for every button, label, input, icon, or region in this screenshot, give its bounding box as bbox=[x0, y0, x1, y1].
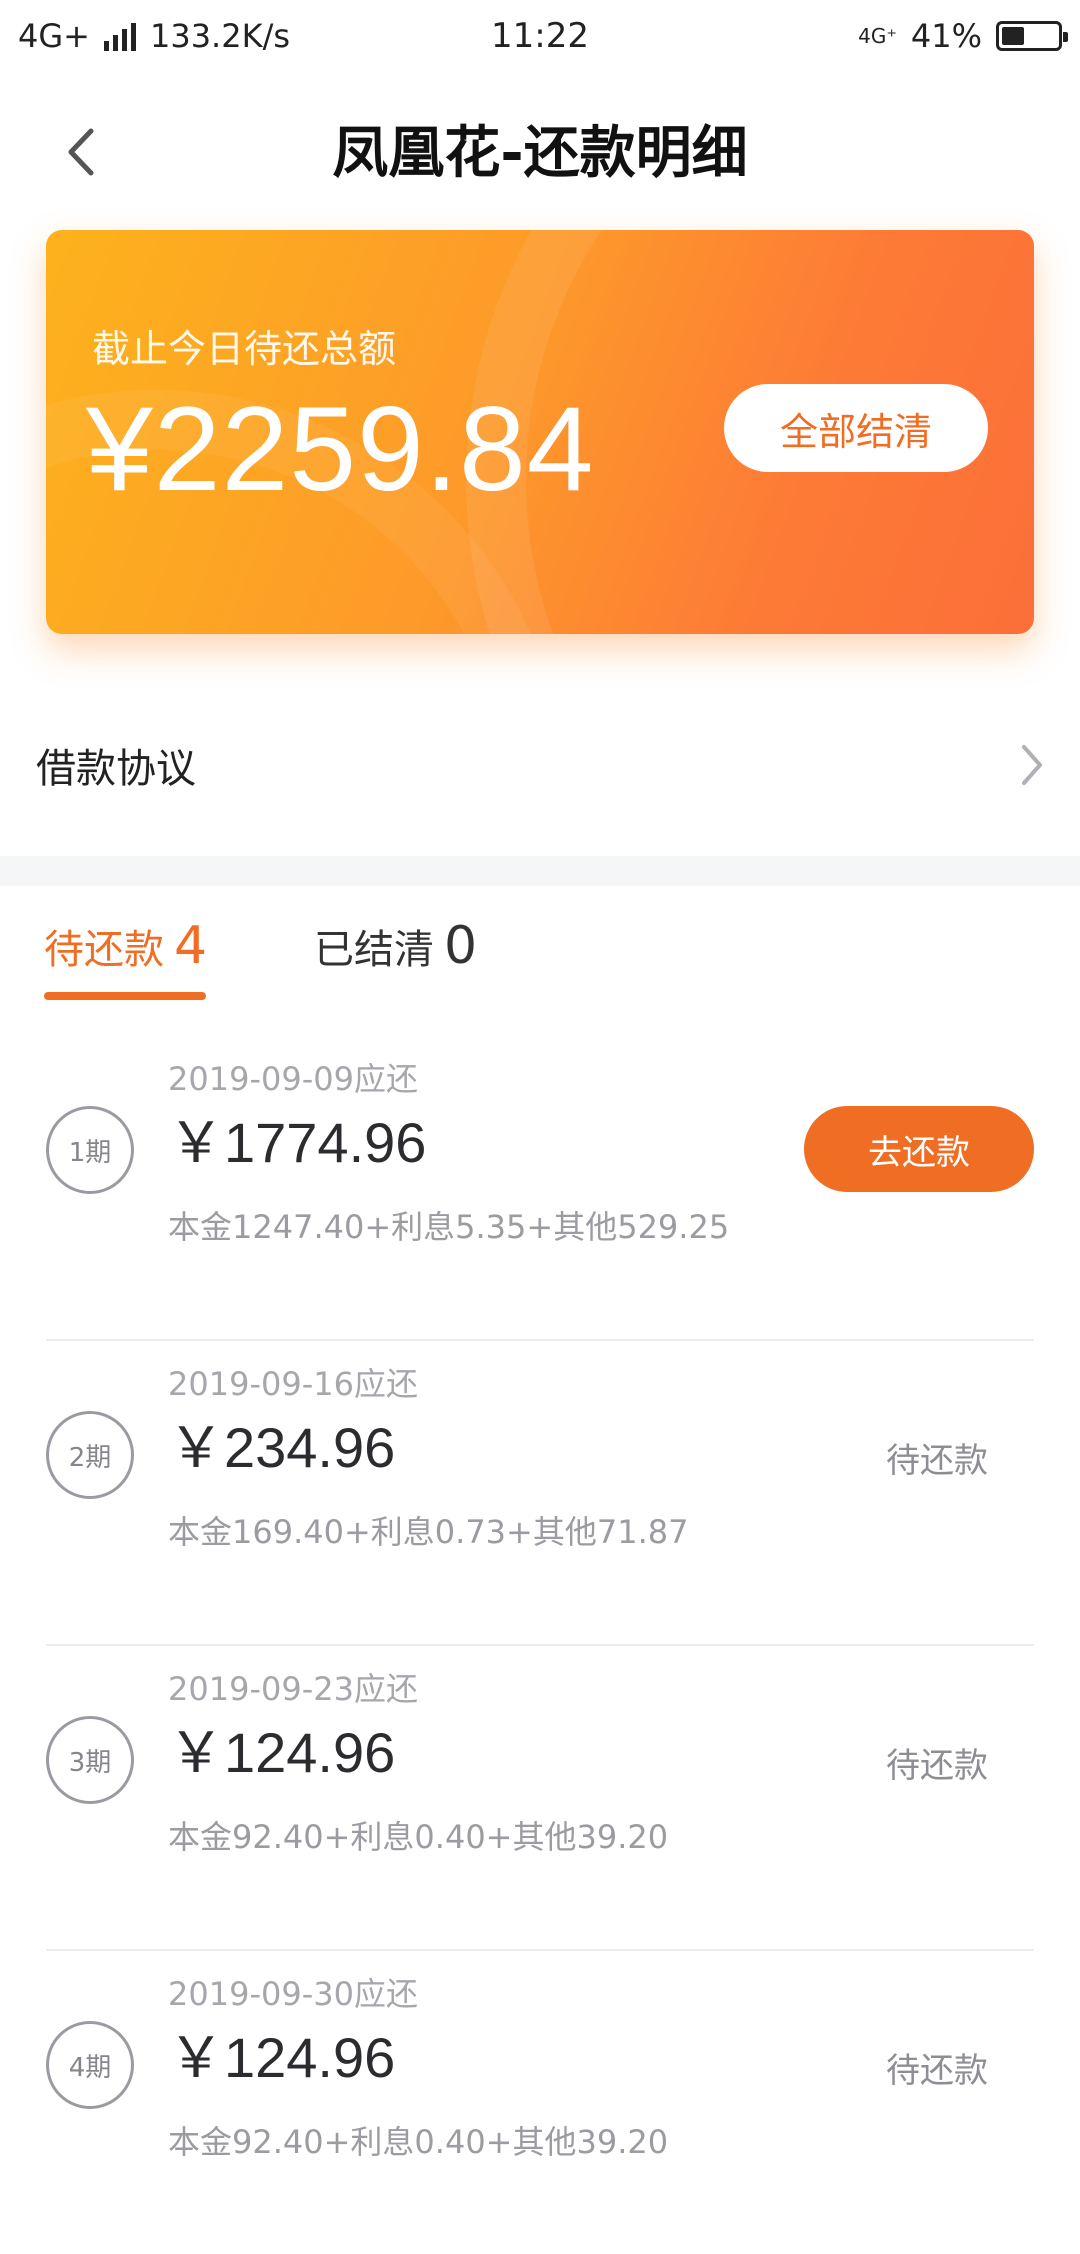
due-date: 2019-09-30应还 bbox=[168, 1975, 418, 2013]
signal-icon bbox=[103, 21, 136, 51]
installment-item[interactable]: 2期 2019-09-16应还 ￥234.96 本金169.40+利息0.73+… bbox=[46, 1341, 1034, 1646]
period-badge: 2期 bbox=[46, 1411, 134, 1499]
due-amount: ￥1774.96 bbox=[168, 1111, 427, 1174]
summary-card: 截止今日待还总额 ¥2259.84 全部结清 bbox=[46, 230, 1034, 634]
installment-item[interactable]: 1期 2019-09-09应还 ￥1774.96 本金1247.40+利息5.3… bbox=[46, 1036, 1034, 1341]
repay-button[interactable]: 去还款 bbox=[804, 1106, 1034, 1192]
installment-status: 待还款 bbox=[886, 1746, 988, 1786]
due-breakdown: 本金1247.40+利息5.35+其他529.25 bbox=[168, 1208, 730, 1246]
total-due-label: 截止今日待还总额 bbox=[92, 327, 397, 371]
network-speed: 133.2K/s bbox=[149, 17, 291, 55]
status-right: 4G⁺ 41% bbox=[858, 17, 1068, 55]
loan-agreement-label: 借款协议 bbox=[36, 746, 196, 792]
settle-all-button[interactable]: 全部结清 bbox=[724, 384, 988, 472]
loan-agreement-row[interactable]: 借款协议 bbox=[0, 700, 1080, 830]
due-date: 2019-09-09应还 bbox=[168, 1060, 418, 1098]
tabs: 待还款 4 已结清 0 bbox=[0, 886, 1080, 1006]
header: 凤凰花-还款明细 bbox=[0, 72, 1080, 222]
battery-icon bbox=[996, 21, 1068, 51]
section-divider bbox=[0, 856, 1080, 886]
tab-pending-label: 待还款 bbox=[44, 927, 164, 973]
chevron-right-icon bbox=[1022, 745, 1042, 785]
page-title: 凤凰花-还款明细 bbox=[332, 121, 748, 186]
due-breakdown: 本金169.40+利息0.73+其他71.87 bbox=[168, 1513, 689, 1551]
data-network-icon: 4G⁺ bbox=[858, 24, 897, 48]
period-badge: 4期 bbox=[46, 2021, 134, 2109]
due-amount: ￥124.96 bbox=[168, 2026, 396, 2089]
due-amount: ￥234.96 bbox=[168, 1416, 396, 1479]
tab-active-indicator bbox=[44, 992, 206, 1000]
status-left: 4G+ 133.2K/s bbox=[18, 17, 290, 55]
installment-item[interactable]: 4期 2019-09-30应还 ￥124.96 本金92.40+利息0.40+其… bbox=[46, 1951, 1034, 2254]
due-amount: ￥124.96 bbox=[168, 1721, 396, 1784]
tab-settled-label: 已结清 bbox=[314, 927, 434, 973]
due-date: 2019-09-23应还 bbox=[168, 1670, 418, 1708]
status-time: 11:22 bbox=[491, 16, 589, 56]
tab-settled-count: 0 bbox=[444, 916, 478, 976]
due-date: 2019-09-16应还 bbox=[168, 1365, 418, 1403]
network-type: 4G+ bbox=[18, 17, 90, 55]
battery-fill bbox=[1002, 27, 1025, 45]
installment-status: 待还款 bbox=[886, 2051, 988, 2091]
installment-item[interactable]: 3期 2019-09-23应还 ￥124.96 本金92.40+利息0.40+其… bbox=[46, 1646, 1034, 1951]
installment-status: 待还款 bbox=[886, 1441, 988, 1481]
period-badge: 1期 bbox=[46, 1106, 134, 1194]
due-breakdown: 本金92.40+利息0.40+其他39.20 bbox=[168, 2123, 669, 2161]
total-due-amount: ¥2259.84 bbox=[86, 382, 595, 516]
period-badge: 3期 bbox=[46, 1716, 134, 1804]
due-breakdown: 本金92.40+利息0.40+其他39.20 bbox=[168, 1818, 669, 1856]
status-bar: 4G+ 133.2K/s 11:22 4G⁺ 41% bbox=[0, 0, 1080, 72]
battery-percent: 41% bbox=[910, 17, 982, 55]
tab-pending-count: 4 bbox=[174, 916, 208, 976]
tab-settled[interactable]: 已结清 0 bbox=[314, 916, 477, 976]
installment-list: 1期 2019-09-09应还 ￥1774.96 本金1247.40+利息5.3… bbox=[0, 1036, 1080, 2254]
tab-pending[interactable]: 待还款 4 bbox=[44, 916, 207, 976]
